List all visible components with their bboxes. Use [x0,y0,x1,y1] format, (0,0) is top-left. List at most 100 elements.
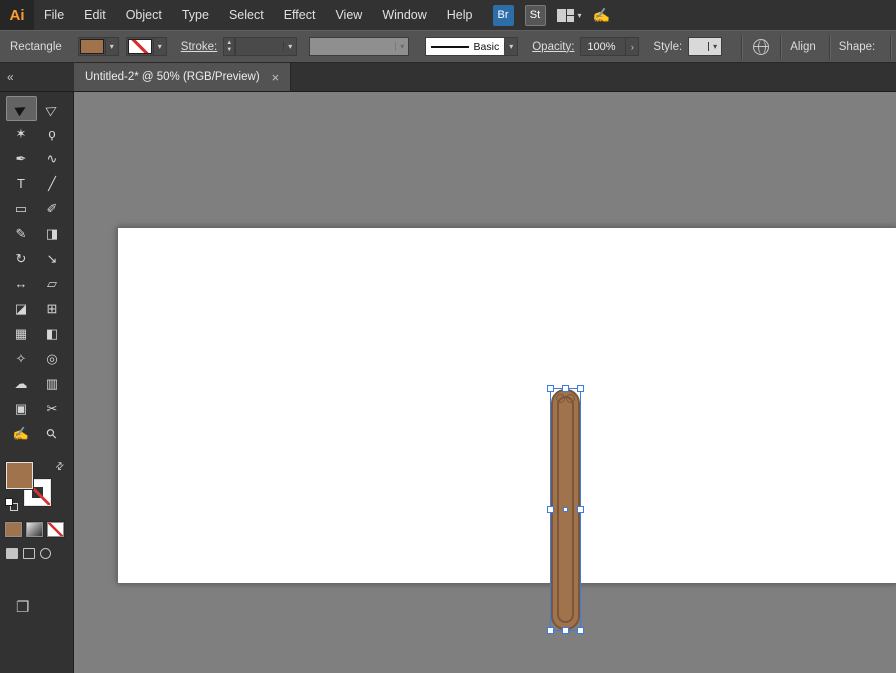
line-segment-tool-button[interactable]: ╱ [37,171,68,196]
gradient-tool-button[interactable]: ◧ [37,321,68,346]
hand-tool-button[interactable]: ✍ [6,421,37,446]
symbol-sprayer-tool-button[interactable]: ☁ [6,371,37,396]
paintbrush-tool-icon: ✐ [47,201,58,217]
workspace-switcher-button[interactable]: ▾ [557,9,582,22]
handle-middle-left[interactable] [547,506,554,513]
chevron-down-icon[interactable]: ▾ [283,42,296,51]
handle-middle-right[interactable] [577,506,584,513]
separator [829,35,830,59]
paintbrush-tool-button[interactable]: ✐ [37,196,68,221]
align-label[interactable]: Align [790,41,816,53]
gradient-button[interactable] [26,522,43,537]
control-bar: Rectangle ▾ ▾ Stroke: ▲ ▼ ▾ ▾ Basic ▾ Op… [0,30,896,63]
stepper-down-icon[interactable]: ▼ [224,47,234,54]
handle-bottom-left[interactable] [547,627,554,634]
menu-select[interactable]: Select [219,0,274,30]
stroke-weight-stepper[interactable]: ▲ ▼ [223,37,235,56]
menu-file[interactable]: File [34,0,74,30]
handle-top-right[interactable] [577,385,584,392]
stroke-color-dropdown[interactable]: ▾ [126,37,167,56]
opacity-value-field[interactable]: 100% [580,37,626,56]
column-graph-tool-button[interactable]: ▥ [37,371,68,396]
handle-top-center[interactable] [562,385,569,392]
free-transform-tool-button[interactable]: ▱ [37,271,68,296]
menu-view[interactable]: View [325,0,372,30]
swap-fill-stroke-icon[interactable]: ⇄ [53,460,67,474]
selection-type-label: Rectangle [10,41,62,53]
scale-tool-button[interactable]: ↘ [37,246,68,271]
mesh-tool-button[interactable]: ▦ [6,321,37,346]
direct-selection-tool-button[interactable]: ▷ [37,96,68,121]
change-screen-mode-button[interactable]: ❐ [16,598,29,616]
graphic-style-dropdown[interactable]: ▾ [688,37,722,56]
perspective-grid-tool-button[interactable]: ⊞ [37,296,68,321]
none-button[interactable] [47,522,64,537]
fill-color-dropdown[interactable]: ▾ [78,37,119,56]
document-tab[interactable]: Untitled-2* @ 50% (RGB/Preview) × [74,63,291,91]
lasso-tool-icon: ϙ [48,126,55,141]
menu-window[interactable]: Window [372,0,436,30]
chevron-down-icon[interactable]: ▾ [504,42,517,51]
curvature-tool-button[interactable]: ∿ [37,146,68,171]
close-icon[interactable]: × [272,71,280,84]
bridge-button[interactable]: Br [493,5,514,26]
draw-inside-button[interactable] [40,548,51,559]
color-button[interactable] [5,522,22,537]
pencil-tool-button[interactable]: ✎ [6,221,37,246]
zoom-tool-button[interactable]: ⚲ [37,421,68,446]
menu-object[interactable]: Object [116,0,172,30]
mesh-tool-icon: ▦ [15,326,27,342]
collapse-toolbar-icon[interactable]: « [7,70,14,84]
magic-wand-tool-button[interactable]: ✶ [6,121,37,146]
pen-tool-button[interactable]: ✒ [6,146,37,171]
fill-color-indicator[interactable] [6,462,33,489]
menu-effect[interactable]: Effect [274,0,326,30]
stroke-none-swatch[interactable] [128,39,152,54]
style-label: Style: [653,41,682,53]
chevron-down-icon[interactable]: ▾ [708,42,721,51]
draw-normal-button[interactable] [6,548,18,559]
slice-tool-button[interactable]: ✂ [37,396,68,421]
stepper-up-icon[interactable]: ▲ [224,40,234,47]
artboard-tool-button[interactable]: ▣ [6,396,37,421]
opacity-panel-link[interactable]: Opacity: [532,41,574,53]
object-center-point[interactable] [563,507,568,512]
stroke-profile-preview [431,46,468,48]
rectangle-tool-button[interactable]: ▭ [6,196,37,221]
variable-width-profile-dropdown[interactable]: Basic ▾ [425,37,518,56]
menu-type[interactable]: Type [172,0,219,30]
lasso-tool-button[interactable]: ϙ [37,121,68,146]
type-tool-icon: T [17,176,25,191]
rotate-tool-button[interactable]: ↻ [6,246,37,271]
touch-workspace-icon[interactable]: ✍ [593,7,610,24]
canvas-pasteboard[interactable] [74,92,896,673]
chevron-down-icon[interactable]: ▾ [105,38,118,55]
recolor-artwork-icon[interactable] [753,39,769,55]
default-fill-stroke-icon[interactable] [5,498,21,514]
workspace-switcher-icon [557,9,566,22]
separator [780,35,781,59]
shape-builder-tool-button[interactable]: ◪ [6,296,37,321]
document-tab-title: Untitled-2* @ 50% (RGB/Preview) [85,71,260,83]
handle-bottom-center[interactable] [562,627,569,634]
handle-bottom-right[interactable] [577,627,584,634]
opacity-flyout-icon[interactable]: › [626,37,639,56]
eyedropper-tool-button[interactable]: ✧ [6,346,37,371]
handle-top-left[interactable] [547,385,554,392]
width-tool-button[interactable]: ↔ [6,271,37,296]
chevron-down-icon[interactable]: ▾ [153,38,166,55]
draw-behind-button[interactable] [23,548,35,559]
pencil-tool-icon: ✎ [16,226,27,242]
stroke-weight-dropdown[interactable]: ▾ [235,37,297,56]
menu-help[interactable]: Help [437,0,483,30]
fill-color-swatch[interactable] [80,39,104,54]
selection-tool-button[interactable]: ▶ [6,96,37,121]
stock-button[interactable]: St [525,5,546,26]
eraser-tool-button[interactable]: ◨ [37,221,68,246]
stroke-profile-label: Basic [474,41,500,53]
stroke-panel-link[interactable]: Stroke: [181,41,217,53]
type-tool-button[interactable]: T [6,171,37,196]
blend-tool-button[interactable]: ◎ [37,346,68,371]
menu-edit[interactable]: Edit [74,0,116,30]
hand-tool-icon: ✍ [13,426,29,442]
